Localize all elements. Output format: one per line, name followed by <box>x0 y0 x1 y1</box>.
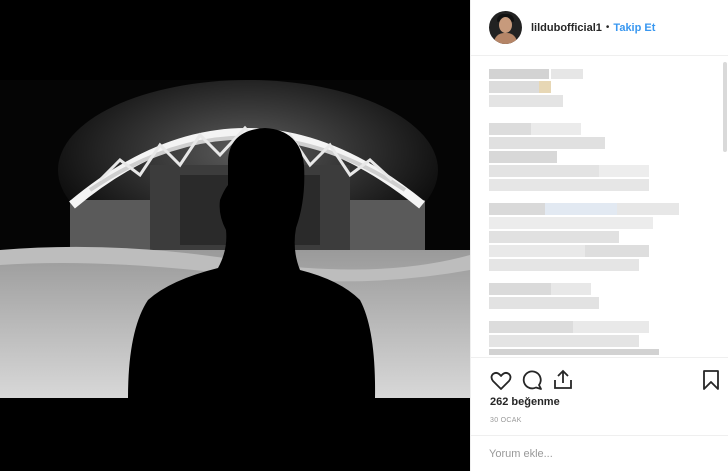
avatar[interactable] <box>489 11 522 44</box>
post-header: lildubofficial1 • Takip Et <box>471 0 728 56</box>
post-photo <box>0 0 470 471</box>
follow-button[interactable]: Takip Et <box>613 22 655 34</box>
comment-input[interactable] <box>489 448 709 460</box>
username-link[interactable]: lildubofficial1 <box>531 22 602 34</box>
bookmark-icon[interactable] <box>699 368 723 392</box>
likes-count[interactable]: 262 beğenme <box>490 396 560 408</box>
photo-scene <box>0 0 470 471</box>
post-side-panel: lildubofficial1 • Takip Et 262 beğenme 3… <box>470 0 728 471</box>
caption-scrollbar[interactable] <box>723 62 727 152</box>
separator-dot: • <box>605 22 610 33</box>
post-date: 30 OCAK <box>490 417 522 424</box>
blurred-caption <box>471 57 728 357</box>
post-actions: 262 beğenme 30 OCAK <box>471 357 728 471</box>
comment-box <box>471 435 728 471</box>
comment-icon[interactable] <box>520 368 544 392</box>
heart-icon[interactable] <box>489 368 513 392</box>
share-icon[interactable] <box>551 368 575 392</box>
